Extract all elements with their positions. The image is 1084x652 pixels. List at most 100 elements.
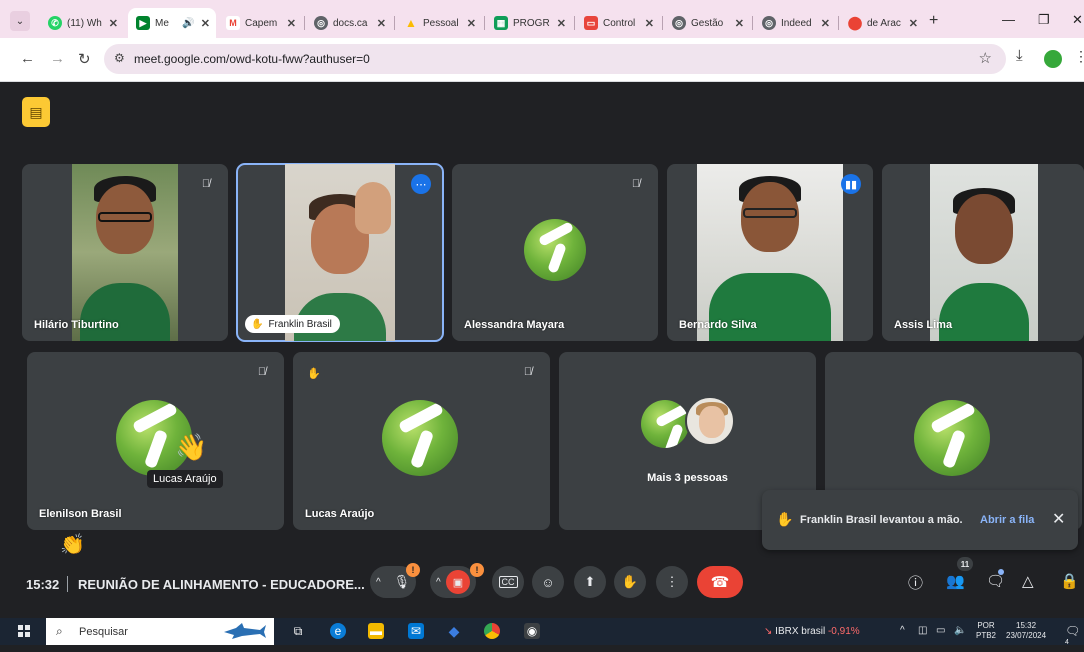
emoji-icon: ☺: [541, 574, 555, 590]
toast-message: Franklin Brasil levantou a mão.: [800, 514, 963, 526]
tab-indeed[interactable]: ◎ Indeed ✕: [754, 8, 836, 38]
participant-tile-elenilson[interactable]: 👋 Lucas Araújo 🎙̸ Elenilson Brasil: [27, 352, 284, 530]
close-tab-icon[interactable]: ✕: [201, 17, 210, 30]
speaker-icon[interactable]: 🔊: [182, 18, 194, 29]
taskbar-search-box[interactable]: ⌕ Pesquisar: [46, 618, 274, 645]
search-placeholder: Pesquisar: [79, 626, 128, 638]
site-settings-icon[interactable]: ⚙: [114, 51, 125, 65]
tab-docs[interactable]: ◎ docs.ca ✕: [306, 8, 392, 38]
close-tab-icon[interactable]: ✕: [287, 17, 296, 30]
download-icon[interactable]: ⤓: [1016, 47, 1023, 64]
maps-pin-icon: ⬤: [847, 15, 863, 30]
participant-tile-assis[interactable]: Assis Lima: [882, 164, 1084, 341]
close-tab-icon[interactable]: ✕: [821, 17, 830, 30]
captions-off-icon[interactable]: ▤: [22, 97, 50, 127]
input-language[interactable]: POR PTB2: [976, 621, 996, 641]
restore-icon[interactable]: ❐: [1038, 12, 1050, 28]
task-view-icon[interactable]: ⧉: [290, 623, 306, 639]
participant-avatar: [524, 219, 586, 281]
url-text[interactable]: meet.google.com/owd-kotu-fww?authuser=0: [134, 52, 370, 66]
close-tab-icon[interactable]: ✕: [735, 17, 744, 30]
reactions-button[interactable]: ☺: [532, 566, 564, 598]
leave-call-button[interactable]: ☎: [697, 566, 743, 598]
people-icon[interactable]: 👥: [946, 572, 965, 590]
close-tab-icon[interactable]: ✕: [645, 17, 654, 30]
tab-drive[interactable]: ▲ Pessoal ✕: [396, 8, 482, 38]
meeting-title[interactable]: REUNIÃO DE ALINHAMENTO - EDUCADORE...: [78, 577, 365, 592]
more-options-button[interactable]: ⋮: [656, 566, 688, 598]
participant-name: Assis Lima: [894, 319, 953, 331]
minimize-icon[interactable]: —: [1002, 12, 1015, 27]
chrome-icon[interactable]: [484, 623, 500, 639]
mail-icon[interactable]: ✉: [408, 623, 424, 639]
raise-hand-button[interactable]: ✋: [614, 566, 646, 598]
mic-off-icon: 🎙̸: [523, 366, 533, 378]
close-tab-icon[interactable]: ✕: [377, 17, 386, 30]
present-screen-button[interactable]: ⬆: [574, 566, 606, 598]
file-explorer-icon[interactable]: ▬: [368, 623, 384, 639]
more-people-label: Mais 3 pessoas: [647, 472, 728, 484]
tab-search-dropdown-icon[interactable]: ⌄: [10, 11, 30, 31]
captions-button[interactable]: CC: [492, 566, 524, 598]
participant-tile-alessandra[interactable]: 🎙̸ Alessandra Mayara: [452, 164, 658, 341]
forward-icon[interactable]: →: [50, 50, 65, 67]
close-toast-icon[interactable]: ✕: [1052, 509, 1065, 529]
participant-video: [72, 164, 178, 341]
meet-icon: ▶: [136, 16, 150, 30]
clapping-reaction-emoji: 👏: [60, 534, 85, 556]
chevron-up-icon[interactable]: ^: [436, 577, 441, 588]
tab-whatsapp[interactable]: ✆ (11) Wh ✕: [40, 8, 124, 38]
close-window-icon[interactable]: ✕: [1072, 12, 1083, 28]
volume-icon[interactable]: 🔈: [954, 625, 966, 636]
new-tab-icon[interactable]: +: [929, 12, 938, 30]
close-tab-icon[interactable]: ✕: [109, 17, 118, 30]
activities-icon[interactable]: △: [1022, 572, 1034, 590]
back-icon[interactable]: ←: [20, 50, 35, 67]
raise-hand-icon: ✋: [621, 574, 639, 589]
hang-up-icon: ☎: [710, 574, 730, 591]
tab-slides[interactable]: ▭ Control ✕: [576, 8, 660, 38]
mic-icon: 🎙: [393, 574, 410, 589]
close-tab-icon[interactable]: ✕: [909, 17, 918, 30]
tab-maps[interactable]: ⬤ de Arac ✕: [840, 8, 924, 38]
tray-chevron-icon[interactable]: ^: [900, 625, 905, 636]
participant-name: Lucas Araújo: [305, 508, 375, 520]
reload-icon[interactable]: ↻: [78, 50, 91, 68]
participant-tile-franklin[interactable]: ⋯ ✋ Franklin Brasil: [236, 163, 444, 342]
globe-icon: ◎: [762, 16, 776, 30]
participant-tile-lucas[interactable]: ✋ 🎙̸ Lucas Araújo: [293, 352, 550, 530]
open-queue-link[interactable]: Abrir a fila: [980, 514, 1034, 526]
bookmark-star-icon[interactable]: ☆: [979, 49, 992, 67]
participant-tile-bernardo[interactable]: ▮▮ Bernardo Silva: [667, 164, 873, 341]
system-clock[interactable]: 15:32 23/07/2024: [1006, 621, 1046, 641]
network-icon[interactable]: ▭: [936, 625, 945, 636]
chevron-up-icon[interactable]: ^: [376, 577, 381, 588]
host-controls-icon[interactable]: 🔒: [1060, 572, 1079, 590]
close-tab-icon[interactable]: ✕: [557, 17, 566, 30]
stock-widget[interactable]: ↘ IBRX brasil -0,91%: [764, 626, 860, 637]
tab-gmail[interactable]: M Capem ✕: [218, 8, 302, 38]
participant-name: Hilário Tiburtino: [34, 319, 119, 331]
meeting-info-icon[interactable]: ⓘ: [908, 572, 923, 593]
tray-app-icon[interactable]: ◫: [918, 625, 927, 636]
more-options-icon[interactable]: ⋯: [411, 174, 431, 194]
chrome-profile-icon[interactable]: ◉: [524, 623, 540, 639]
profile-avatar[interactable]: [1044, 50, 1062, 68]
browser-menu-icon[interactable]: ⋮: [1074, 48, 1084, 65]
participant-count-badge: 11: [957, 557, 973, 571]
participant-tile-hilario[interactable]: 🎙̸ Hilário Tiburtino: [22, 164, 228, 341]
reaction-sender-label: Lucas Araújo: [147, 470, 223, 488]
stock-down-icon: ↘: [764, 626, 773, 637]
close-tab-icon[interactable]: ✕: [467, 17, 476, 30]
app-diamond-icon[interactable]: ◆: [446, 623, 462, 639]
tab-meet[interactable]: ▶ Me 🔊 ✕: [128, 8, 216, 38]
tab-gestao[interactable]: ◎ Gestão ✕: [664, 8, 750, 38]
tab-sheets[interactable]: ▦ PROGR ✕: [486, 8, 572, 38]
mic-off-icon: 🎙̸: [201, 178, 211, 190]
address-bar[interactable]: ⚙ meet.google.com/owd-kotu-fww?authuser=…: [104, 44, 1006, 74]
edge-icon[interactable]: e: [330, 623, 346, 639]
raised-hand-icon: ✋: [776, 511, 794, 527]
raised-hand-badge-icon: ✋: [303, 362, 325, 384]
windows-start-icon[interactable]: [18, 625, 30, 637]
notification-center-icon[interactable]: 🗨4: [1065, 624, 1084, 652]
